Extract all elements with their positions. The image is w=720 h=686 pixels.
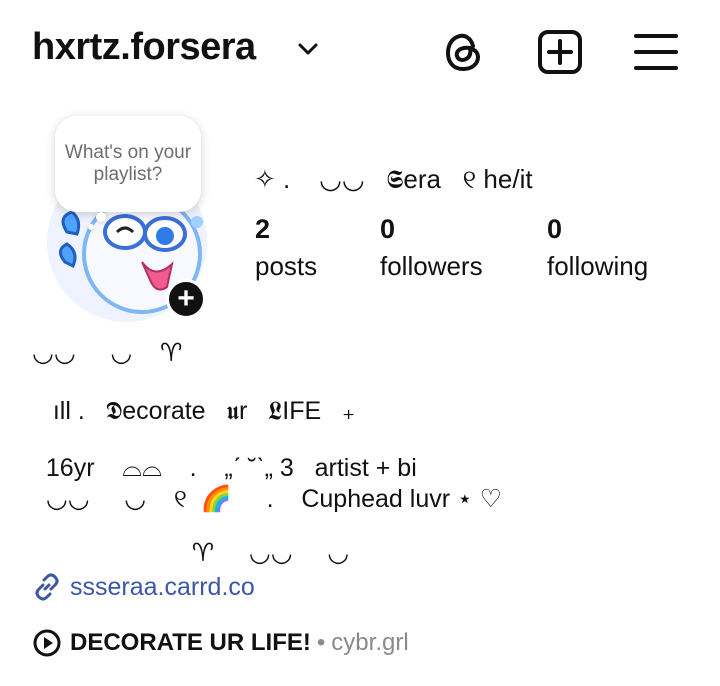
link-icon [35,573,59,601]
bio-line: ıll . 𝕯ecorate 𝖚r 𝕷IFE ₊ [32,397,356,425]
create-post-icon[interactable] [536,28,584,76]
stat-followers[interactable]: 0 followers [380,214,483,282]
profile-display-name: ✧ . ◡◡ 𝕾era ୧ he/it [254,164,533,194]
play-icon [33,629,61,657]
stat-label: posts [255,251,318,281]
stat-value: 0 [547,214,563,244]
note-text: What's on your playlist? [64,142,192,185]
threads-icon[interactable] [440,28,488,76]
profile-music[interactable]: DECORATE UR LIFE! • cybr.grl [32,628,409,658]
note-tail-dot [96,212,106,222]
stat-value: 2 [255,214,271,244]
bio-line: ♈︎ ◡◡ ◡ [32,539,350,567]
music-title: DECORATE UR LIFE! [70,629,311,656]
link-text: ssseraa.carrd.co [70,572,255,601]
stat-value: 0 [380,214,396,244]
profile-username[interactable]: hxrtz.forsera [32,26,256,69]
stat-following[interactable]: 0 following [547,214,648,282]
bio-line: ◡◡ ◡ ୧ 🌈 . Cuphead luvr ⋆ ♡ [32,485,503,513]
note-tail-dot-small [88,224,94,230]
stat-label: followers [380,251,483,281]
music-artist: cybr.grl [331,629,409,656]
stat-posts[interactable]: 2 posts [255,214,317,282]
music-separator: • [316,629,326,656]
stat-label: following [547,251,649,281]
add-story-button[interactable]: + [166,279,206,319]
note-bubble[interactable]: What's on your playlist? [55,116,201,212]
bio-line: 16yr ⌓⌓ . „ˊ ˘ˋ„ 3 artist + bi [32,454,417,482]
chevron-down-icon[interactable] [296,40,320,58]
profile-link[interactable]: ssseraa.carrd.co [32,572,255,602]
bio-line: ◡◡ ◡ ♈︎ [32,339,183,367]
menu-icon[interactable] [632,28,680,76]
